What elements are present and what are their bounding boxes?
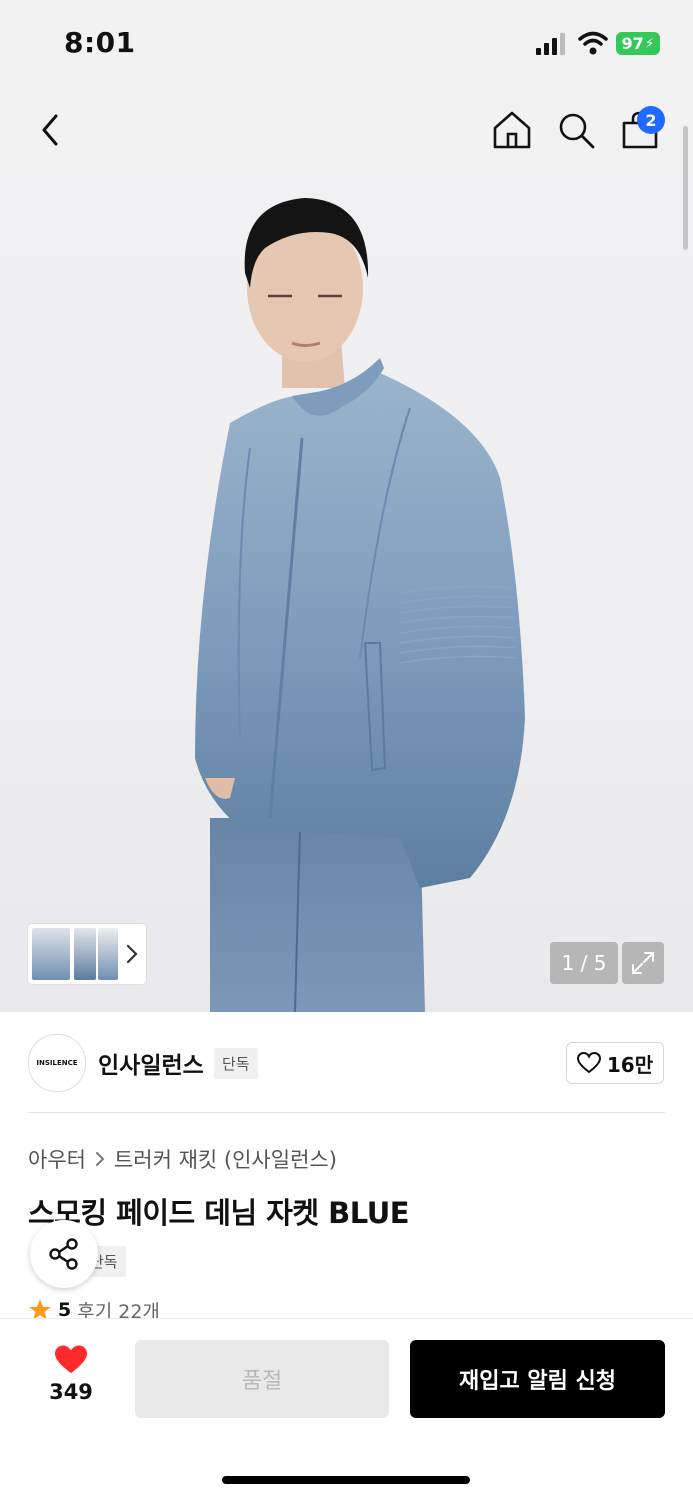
rating-row[interactable]: 5 후기 22개 xyxy=(28,1300,160,1320)
home-icon xyxy=(493,111,531,149)
soldout-button[interactable]: 품절 xyxy=(135,1340,389,1418)
wishlist-button[interactable]: 349 xyxy=(36,1344,106,1414)
back-button[interactable] xyxy=(32,110,72,150)
thumbnail-strip[interactable] xyxy=(28,924,146,984)
rating-score: 5 xyxy=(58,1300,72,1320)
fullscreen-button[interactable] xyxy=(622,942,664,984)
home-button[interactable] xyxy=(490,108,534,152)
product-title: 스모킹 페이드 데님 자켓 BLUE xyxy=(28,1196,410,1230)
search-button[interactable] xyxy=(554,108,598,152)
heart-filled-icon xyxy=(55,1345,87,1374)
restock-alert-button[interactable]: 재입고 알림 신청 xyxy=(410,1340,665,1418)
review-count[interactable]: 후기 22개 xyxy=(77,1300,160,1321)
chevron-left-icon xyxy=(42,114,58,146)
brand-like-count: 16만 xyxy=(606,1052,654,1077)
wifi-icon xyxy=(578,30,608,56)
thumbnail-3[interactable] xyxy=(98,928,118,980)
model-photo xyxy=(195,198,525,1012)
divider xyxy=(28,1112,665,1113)
thumbnail-1[interactable] xyxy=(32,928,70,980)
brand-like-button[interactable]: 16만 xyxy=(566,1042,664,1084)
chevron-right-icon xyxy=(126,944,138,964)
image-counter: 1 / 5 xyxy=(550,942,618,984)
battery-indicator: 97 ⚡ xyxy=(616,32,660,55)
signal-icon xyxy=(536,33,568,55)
brand-logo[interactable]: INSILENCE xyxy=(28,1034,86,1092)
heart-outline-icon xyxy=(576,1052,601,1074)
expand-icon xyxy=(632,952,654,974)
status-time: 8:01 xyxy=(64,26,136,59)
share-icon xyxy=(49,1238,78,1270)
thumbnail-2[interactable] xyxy=(74,928,96,980)
brand-exclusive-tag: 단독 xyxy=(214,1048,258,1079)
charging-bolt-icon: ⚡ xyxy=(644,35,655,52)
cart-count-badge: 2 xyxy=(637,106,665,134)
search-icon xyxy=(559,113,595,149)
scrollbar[interactable] xyxy=(683,126,688,250)
brand-name[interactable]: 인사일런스 xyxy=(98,1046,204,1080)
wishlist-count: 349 xyxy=(49,1380,93,1404)
breadcrumb: 아우터 트러커 재킷 (인사일런스) xyxy=(28,1144,337,1174)
share-button[interactable] xyxy=(30,1220,98,1288)
home-indicator xyxy=(222,1476,470,1484)
breadcrumb-subcategory[interactable]: 트러커 재킷 (인사일런스) xyxy=(114,1144,337,1174)
battery-level: 97 xyxy=(621,34,644,53)
chevron-right-icon xyxy=(95,1152,105,1166)
product-image[interactable] xyxy=(0,178,693,1012)
star-icon xyxy=(29,1300,51,1320)
breadcrumb-category[interactable]: 아우터 xyxy=(28,1144,86,1174)
